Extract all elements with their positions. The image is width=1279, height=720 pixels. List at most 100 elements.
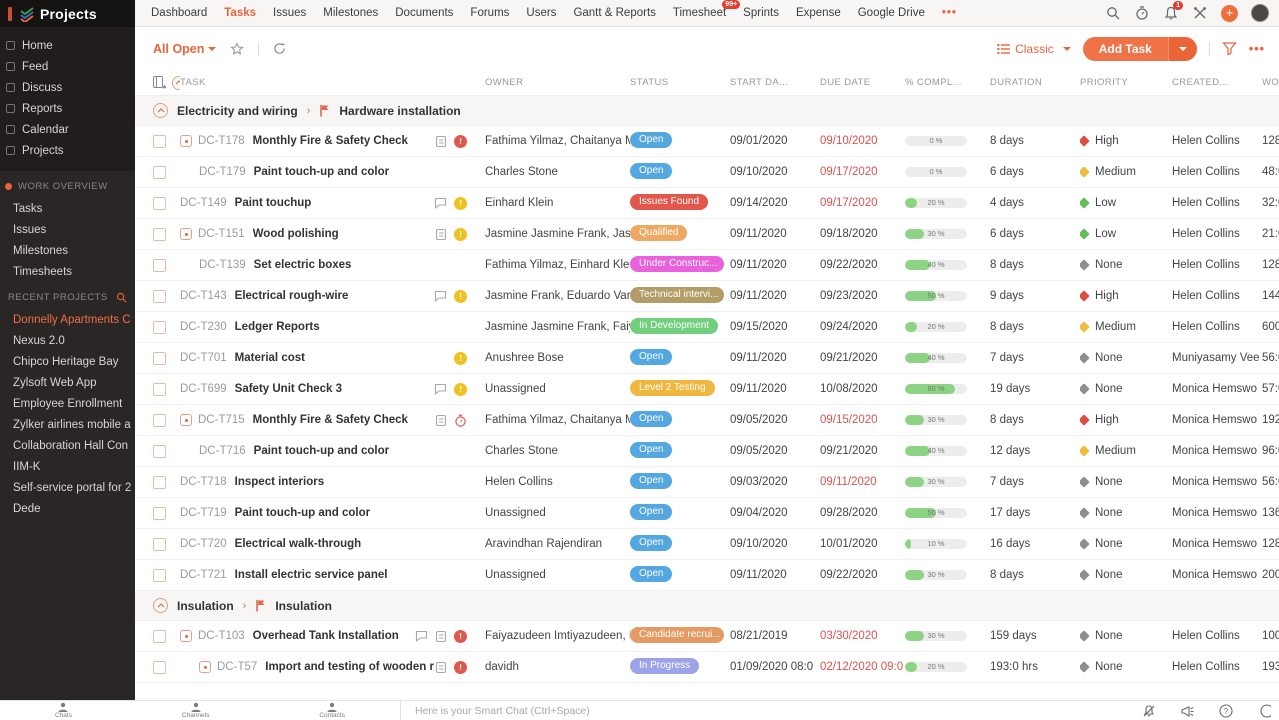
- reminder-alert-icon[interactable]: !: [454, 197, 467, 210]
- task-name[interactable]: Safety Unit Check 3: [235, 383, 342, 395]
- recent-project-employee-enrollment[interactable]: Employee Enrollment: [0, 393, 135, 414]
- sidebar-item-feed[interactable]: Feed: [0, 56, 135, 77]
- column-header-percent-complete[interactable]: % COMPL...: [905, 77, 990, 88]
- task-name[interactable]: Wood polishing: [253, 228, 339, 240]
- column-header-work[interactable]: WOR: [1262, 77, 1279, 88]
- reminder-alert-icon[interactable]: !: [454, 383, 467, 396]
- nav-item-google-drive[interactable]: Google Drive: [858, 7, 925, 19]
- progress-bar[interactable]: 80 %: [905, 384, 967, 394]
- sidebar-item-calendar[interactable]: Calendar: [0, 119, 135, 140]
- task-log-icon[interactable]: [435, 414, 447, 427]
- status-badge[interactable]: Open: [630, 163, 672, 179]
- group-tasklist-name[interactable]: Electricity and wiring: [177, 104, 298, 118]
- recent-project-zylsoft-web-app[interactable]: Zylsoft Web App: [0, 372, 135, 393]
- task-row[interactable]: DC-T143Electrical rough-wire!Jasmine Fra…: [135, 281, 1279, 312]
- task-owner[interactable]: Unassigned: [485, 507, 630, 519]
- recent-project-nexus-2-0[interactable]: Nexus 2.0: [0, 330, 135, 351]
- task-name[interactable]: Ledger Reports: [235, 321, 320, 333]
- sidebar-item-issues[interactable]: Issues: [0, 219, 135, 240]
- nav-item-tasks[interactable]: Tasks: [224, 7, 256, 19]
- task-name[interactable]: Import and testing of wooden r: [265, 661, 434, 673]
- progress-bar[interactable]: 40 %: [905, 260, 967, 270]
- row-checkbox[interactable]: [153, 228, 166, 241]
- status-badge[interactable]: Open: [630, 504, 672, 520]
- task-owner[interactable]: Unassigned: [485, 569, 630, 581]
- progress-bar[interactable]: 30 %: [905, 415, 967, 425]
- task-row[interactable]: DC-T719Paint touch-up and colorUnassigne…: [135, 498, 1279, 529]
- priority-label[interactable]: Low: [1095, 228, 1116, 240]
- recent-project-collaboration-hall-con[interactable]: Collaboration Hall Con: [0, 435, 135, 456]
- app-logo[interactable]: Projects: [0, 0, 135, 27]
- sidebar-item-discuss[interactable]: Discuss: [0, 77, 135, 98]
- column-header-priority[interactable]: PRIORITY: [1080, 77, 1172, 88]
- nav-item-issues[interactable]: Issues: [273, 7, 306, 19]
- task-row[interactable]: DC-T103Overhead Tank Installation!Faiyaz…: [135, 621, 1279, 652]
- group-tasklist-name[interactable]: Insulation: [177, 599, 234, 613]
- comments-icon[interactable]: [434, 197, 447, 209]
- column-header-task[interactable]: TASK: [180, 77, 485, 88]
- task-row[interactable]: DC-T178Monthly Fire & Safety Check!Fathi…: [135, 126, 1279, 157]
- progress-bar[interactable]: 30 %: [905, 631, 967, 641]
- collapse-all-icon[interactable]: [172, 76, 180, 90]
- column-header-created-by[interactable]: CREATED...: [1172, 77, 1262, 88]
- recent-project-dede[interactable]: Dede: [0, 498, 135, 519]
- reminder-alert-icon[interactable]: !: [454, 290, 467, 303]
- status-badge[interactable]: Open: [630, 132, 672, 148]
- status-badge[interactable]: Level 2 Testing: [630, 380, 715, 396]
- sidebar-item-timesheets[interactable]: Timesheets: [0, 261, 135, 282]
- row-checkbox[interactable]: [153, 259, 166, 272]
- view-filter-dropdown[interactable]: All Open: [153, 42, 216, 56]
- task-name[interactable]: Monthly Fire & Safety Check: [253, 135, 408, 147]
- priority-label[interactable]: Low: [1095, 197, 1116, 209]
- row-checkbox[interactable]: [153, 321, 166, 334]
- task-owner[interactable]: Jasmine Frank, Eduardo Varga: [485, 290, 630, 302]
- status-badge[interactable]: Open: [630, 566, 672, 582]
- task-row[interactable]: DC-T721Install electric service panelUna…: [135, 560, 1279, 591]
- task-name[interactable]: Inspect interiors: [235, 476, 324, 488]
- task-row[interactable]: DC-T139Set electric boxesFathima Yilmaz,…: [135, 250, 1279, 281]
- sidebar-item-milestones[interactable]: Milestones: [0, 240, 135, 261]
- task-owner[interactable]: Einhard Klein: [485, 197, 630, 209]
- status-badge[interactable]: Open: [630, 535, 672, 551]
- comments-icon[interactable]: [434, 383, 447, 395]
- task-row[interactable]: DC-T701Material cost!Anushree BoseOpen09…: [135, 343, 1279, 374]
- task-row[interactable]: DC-T720Electrical walk-throughAravindhan…: [135, 529, 1279, 560]
- nav-item-gantt-reports[interactable]: Gantt & Reports: [573, 7, 655, 19]
- board-view-icon[interactable]: [153, 76, 166, 89]
- task-owner[interactable]: Fathima Yilmaz, Chaitanya Mo: [485, 135, 630, 147]
- nav-item-timesheet[interactable]: Timesheet99+: [673, 7, 726, 19]
- comments-icon[interactable]: [434, 290, 447, 302]
- chat-tab-chats[interactable]: Chats: [55, 702, 72, 719]
- task-owner[interactable]: Faiyazudeen Imtiyazudeen, H: [485, 630, 630, 642]
- reminder-alert-icon[interactable]: !: [454, 352, 467, 365]
- row-checkbox[interactable]: [153, 383, 166, 396]
- priority-label[interactable]: None: [1095, 352, 1123, 364]
- task-row[interactable]: DC-T57Import and testing of wooden r!dav…: [135, 652, 1279, 683]
- priority-label[interactable]: Medium: [1095, 166, 1136, 178]
- task-name[interactable]: Monthly Fire & Safety Check: [253, 414, 408, 426]
- layout-view-dropdown[interactable]: Classic: [997, 42, 1071, 56]
- recent-project-iim-k[interactable]: IIM-K: [0, 456, 135, 477]
- column-header-duration[interactable]: DURATION: [990, 77, 1080, 88]
- status-badge[interactable]: Under Construc...: [630, 256, 724, 272]
- nav-item-documents[interactable]: Documents: [395, 7, 453, 19]
- add-task-button[interactable]: Add Task: [1083, 37, 1197, 61]
- overdue-alert-icon[interactable]: !: [454, 661, 467, 674]
- quick-add-button[interactable]: +: [1221, 5, 1238, 22]
- status-badge[interactable]: Candidate recrui...: [630, 627, 724, 643]
- task-name[interactable]: Paint touch-up and color: [235, 507, 370, 519]
- task-row[interactable]: DC-T151Wood polishing!Jasmine Jasmine Fr…: [135, 219, 1279, 250]
- filter-funnel-icon[interactable]: [1222, 41, 1237, 56]
- task-owner[interactable]: Charles Stone: [485, 166, 630, 178]
- priority-label[interactable]: None: [1095, 569, 1123, 581]
- overdue-alert-icon[interactable]: !: [454, 630, 467, 643]
- row-checkbox[interactable]: [153, 507, 166, 520]
- task-owner[interactable]: Anushree Bose: [485, 352, 630, 364]
- task-name[interactable]: Material cost: [235, 352, 305, 364]
- nav-item-dashboard[interactable]: Dashboard: [151, 7, 207, 19]
- progress-bar[interactable]: 30 %: [905, 477, 967, 487]
- task-name[interactable]: Overhead Tank Installation: [253, 630, 399, 642]
- task-row[interactable]: DC-T149Paint touchup!Einhard KleinIssues…: [135, 188, 1279, 219]
- status-badge[interactable]: In Development: [630, 318, 718, 334]
- row-checkbox[interactable]: [153, 166, 166, 179]
